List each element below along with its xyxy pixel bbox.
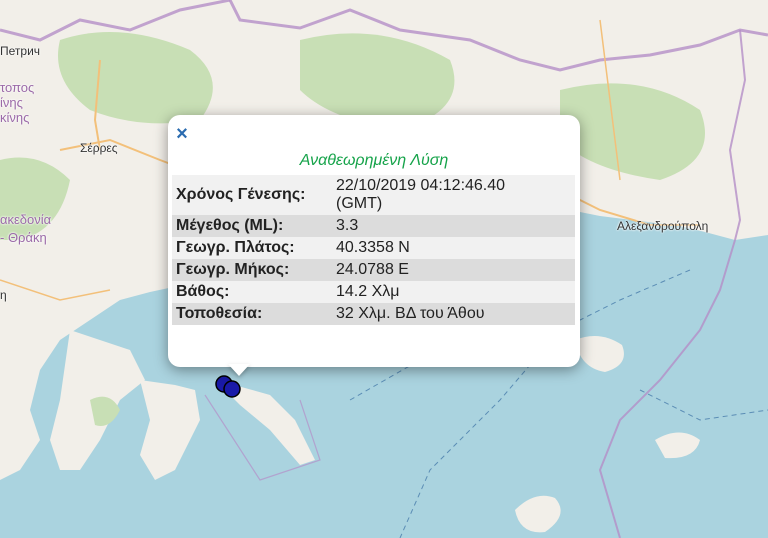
popup-title: Αναθεωρημένη Λύση <box>299 152 449 169</box>
table-row: Τοποθεσία: 32 Χλμ. ΒΔ του Άθου <box>172 303 575 325</box>
origin-time-value: 22/10/2019 04:12:46.40 (GMT) <box>332 175 575 215</box>
table-row: Χρόνος Γένεσης: 22/10/2019 04:12:46.40 (… <box>172 175 575 215</box>
latitude-value: 40.3358 N <box>332 237 575 259</box>
label-region-3: κίνης <box>0 110 30 125</box>
close-icon[interactable]: × <box>172 124 192 144</box>
label-macedonia: ακεδονία <box>0 212 52 227</box>
label-left-edge: η <box>0 288 7 302</box>
longitude-label: Γεωγρ. Μήκος: <box>172 259 332 281</box>
popup-tip <box>228 364 250 376</box>
label-thrace: - Θράκη <box>0 230 47 245</box>
label-region-2: ίνης <box>0 95 23 110</box>
table-row: Γεωγρ. Μήκος: 24.0788 E <box>172 259 575 281</box>
table-row: Γεωγρ. Πλάτος: 40.3358 N <box>172 237 575 259</box>
label-alexandroupoli: Αλεξανδρούπολη <box>617 219 709 233</box>
depth-value: 14.2 Χλμ <box>332 281 575 303</box>
label-region-1: τοπος <box>0 80 35 95</box>
earthquake-info-table: Χρόνος Γένεσης: 22/10/2019 04:12:46.40 (… <box>172 175 575 325</box>
label-petrich: Петрич <box>0 44 41 58</box>
table-row: Βάθος: 14.2 Χλμ <box>172 281 575 303</box>
label-serres: Σέρρες <box>80 141 118 155</box>
table-row: Μέγεθος (ML): 3.3 <box>172 215 575 237</box>
origin-time-zone: (GMT) <box>336 195 383 212</box>
origin-time-label: Χρόνος Γένεσης: <box>172 175 332 215</box>
depth-label: Βάθος: <box>172 281 332 303</box>
location-value: 32 Χλμ. ΒΔ του Άθου <box>332 303 575 325</box>
magnitude-label: Μέγεθος (ML): <box>172 215 332 237</box>
origin-time-date: 22/10/2019 04:12:46.40 <box>336 177 506 194</box>
magnitude-value: 3.3 <box>332 215 575 237</box>
earthquake-marker[interactable] <box>212 372 246 402</box>
location-label: Τοποθεσία: <box>172 303 332 325</box>
longitude-value: 24.0788 E <box>332 259 575 281</box>
latitude-label: Γεωγρ. Πλάτος: <box>172 237 332 259</box>
